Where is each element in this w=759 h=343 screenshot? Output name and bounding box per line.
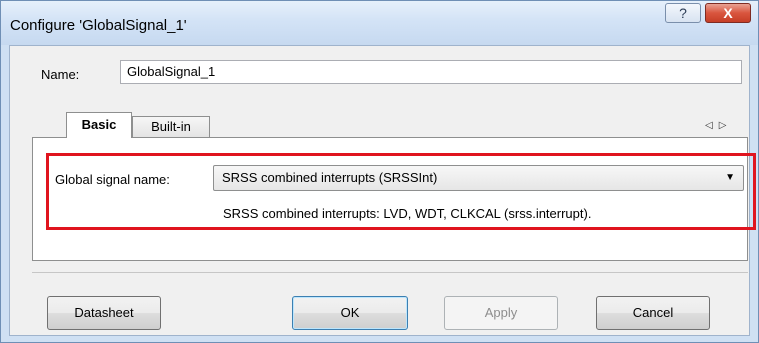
dialog-body: Name: GlobalSignal_1 Basic Built-in ◁▷ G… (9, 45, 756, 336)
cancel-button[interactable]: Cancel (596, 296, 710, 330)
datasheet-button[interactable]: Datasheet (47, 296, 161, 330)
ok-button[interactable]: OK (292, 296, 408, 330)
configure-dialog: Configure 'GlobalSignal_1' ? X Name: Glo… (0, 0, 759, 343)
help-icon: ? (679, 5, 687, 21)
tab-scroll-controls: ◁▷ (705, 120, 732, 131)
global-signal-name-dropdown[interactable]: SRSS combined interrupts (SRSSInt) ▼ (213, 165, 744, 191)
title-bar[interactable]: Configure 'GlobalSignal_1' ? X (1, 1, 758, 45)
close-button[interactable]: X (705, 3, 751, 23)
global-signal-name-label: Global signal name: (55, 172, 170, 187)
name-input[interactable]: GlobalSignal_1 (120, 60, 742, 84)
tab-scroll-right-icon[interactable]: ▷ (719, 120, 733, 131)
tab-basic[interactable]: Basic (66, 112, 132, 138)
tab-scroll-left-icon[interactable]: ◁ (705, 120, 719, 131)
dropdown-arrow-icon: ▼ (725, 172, 735, 183)
dialog-title: Configure 'GlobalSignal_1' (10, 17, 187, 34)
tab-built-in[interactable]: Built-in (132, 116, 210, 138)
name-label: Name: (41, 67, 80, 82)
help-button[interactable]: ? (665, 3, 701, 23)
global-signal-name-value: SRSS combined interrupts (SRSSInt) (222, 170, 438, 185)
global-signal-description: SRSS combined interrupts: LVD, WDT, CLKC… (223, 206, 592, 221)
close-icon: X (723, 5, 733, 21)
apply-button[interactable]: Apply (444, 296, 558, 330)
divider (32, 272, 748, 273)
